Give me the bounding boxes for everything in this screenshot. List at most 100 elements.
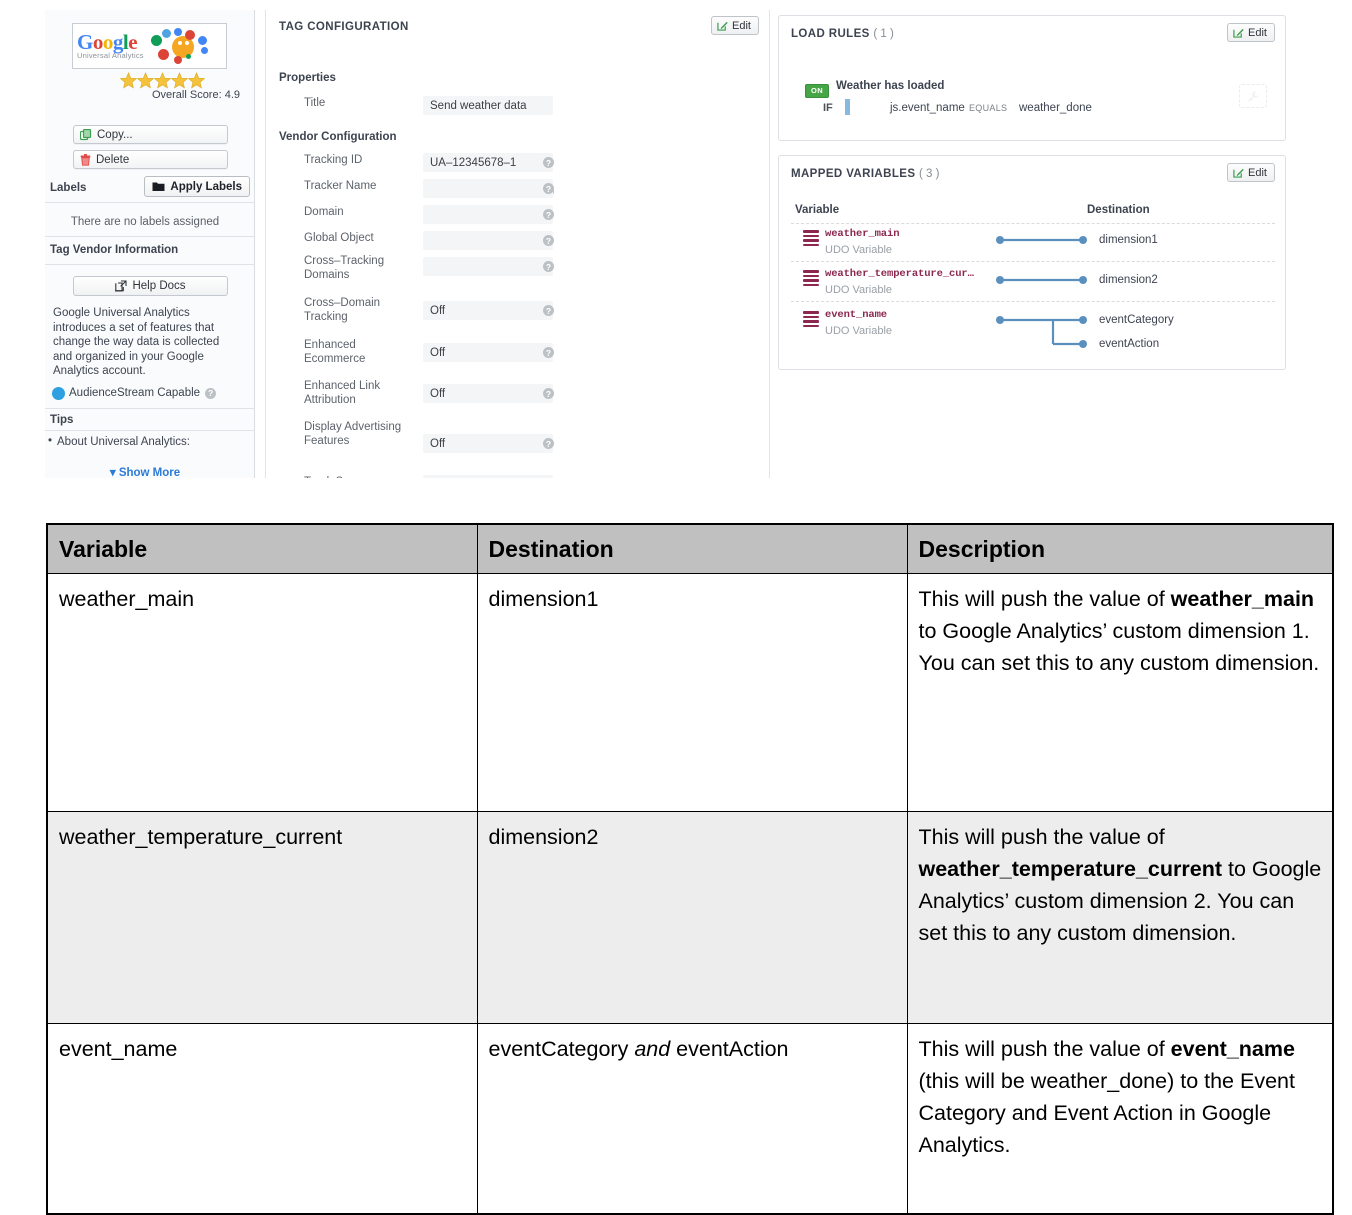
field-label: Display Advertising Features: [304, 420, 419, 448]
help-icon[interactable]: ?: [543, 261, 554, 272]
copy-button-label: Copy...: [97, 129, 133, 141]
field-label: Cross–Tracking Domains: [304, 254, 419, 282]
tag-configuration-edit-button[interactable]: Edit: [711, 16, 759, 35]
field-label: Global Object: [304, 231, 419, 245]
mapped-variables-count: ( 3 ): [919, 168, 939, 180]
tag-sidebar: Google Universal Analytics: [45, 10, 255, 478]
field-value[interactable]: [423, 205, 553, 224]
load-rule-value: weather_done: [1019, 102, 1092, 114]
divider: [791, 301, 1275, 302]
variable-list-icon: [803, 311, 819, 325]
desc-bold: weather_temperature_current: [919, 857, 1223, 881]
properties-heading: Properties: [279, 72, 336, 84]
destination-pre: dimension1: [489, 587, 599, 611]
help-icon[interactable]: ?: [543, 235, 554, 246]
folder-icon: [152, 181, 165, 192]
mapped-variable-destination: eventCategory: [1099, 314, 1174, 326]
destination-pre: eventCategory: [489, 1037, 635, 1061]
apply-labels-button[interactable]: Apply Labels: [144, 176, 250, 197]
mapped-variable-type: UDO Variable: [825, 244, 892, 256]
field-value[interactable]: Off: [423, 434, 553, 453]
help-icon[interactable]: ?: [543, 305, 554, 316]
tag-configuration-panel: TAG CONFIGURATION Edit Properties Title …: [265, 10, 770, 478]
mapped-variable-name: event_name: [825, 309, 887, 321]
show-more-label: Show More: [119, 467, 180, 478]
cell-variable: event_name: [47, 1024, 477, 1214]
tealium-tag-detail-screenshot: Google Universal Analytics: [45, 10, 1290, 478]
divider: [45, 236, 255, 237]
show-more-link[interactable]: ▾ Show More: [45, 465, 245, 478]
divider: [45, 264, 255, 265]
variable-list-icon: [803, 230, 819, 244]
help-icon[interactable]: ?: [543, 157, 554, 168]
load-rule-indicator-bar: [845, 99, 850, 115]
help-icon[interactable]: ?: [543, 209, 554, 220]
load-rule-status-badge[interactable]: ON: [805, 84, 829, 98]
help-icon[interactable]: ?: [543, 388, 554, 399]
field-value[interactable]: UA–12345678–1: [423, 153, 553, 172]
divider: [45, 408, 255, 409]
copy-icon: [80, 129, 92, 141]
help-icon[interactable]: ?: [205, 388, 216, 399]
destination-post: eventAction: [670, 1037, 788, 1061]
field-label: Enhanced Link Attribution: [304, 379, 419, 407]
load-rules-edit-button[interactable]: Edit: [1227, 23, 1275, 42]
edit-label: Edit: [1248, 167, 1267, 179]
table-header-row: Variable Destination Description: [47, 524, 1333, 574]
load-rule-name[interactable]: Weather has loaded: [836, 80, 944, 92]
field-value[interactable]: [423, 231, 553, 250]
delete-button-label: Delete: [96, 154, 129, 166]
desc-part2: (this will be weather_done) to the Event…: [919, 1069, 1295, 1157]
field-value[interactable]: [423, 179, 553, 198]
table-header-description: Description: [907, 524, 1333, 574]
delete-button[interactable]: Delete: [73, 150, 228, 169]
edit-label: Edit: [1248, 27, 1267, 39]
table-row: event_name eventCategory and eventAction…: [47, 1024, 1333, 1214]
mapped-variable-destination: eventAction: [1099, 338, 1159, 350]
apply-labels-label: Apply Labels: [170, 181, 242, 193]
field-value[interactable]: Off: [423, 301, 553, 320]
desc-bold: event_name: [1171, 1037, 1295, 1061]
field-label: Tracking ID: [304, 153, 419, 167]
field-label: Title: [304, 96, 419, 110]
field-value[interactable]: Off: [423, 384, 553, 403]
desc-part1: This will push the value of: [919, 1037, 1171, 1061]
divider: [791, 223, 1275, 224]
desc-bold: weather_main: [1171, 587, 1314, 611]
load-rule-attribute: js.event_name: [890, 102, 965, 114]
mapped-variable-type: UDO Variable: [825, 284, 892, 296]
help-icon[interactable]: ?: [543, 183, 554, 194]
desc-part2: to Google Analytics’ custom dimension 1.…: [919, 619, 1320, 675]
help-docs-button[interactable]: Help Docs: [73, 276, 228, 296]
field-label: Enhanced Ecommerce: [304, 338, 419, 366]
vendor-configuration-heading: Vendor Configuration: [279, 131, 397, 143]
load-rule-if-label: IF: [823, 102, 833, 114]
load-rules-count: ( 1 ): [873, 28, 893, 40]
field-value[interactable]: [423, 475, 553, 478]
mapped-variables-edit-button[interactable]: Edit: [1227, 163, 1275, 182]
help-icon[interactable]: ?: [543, 347, 554, 358]
field-value[interactable]: Send weather data: [423, 96, 553, 115]
copy-button[interactable]: Copy...: [73, 125, 228, 144]
field-label: Domain: [304, 205, 419, 219]
desc-part1: This will push the value of: [919, 825, 1165, 849]
mapped-variable-name: weather_temperature_cur…: [825, 268, 974, 280]
google-wordmark: Google: [77, 32, 144, 53]
cell-destination: dimension2: [477, 812, 907, 1024]
mapped-variables-title-text: MAPPED VARIABLES: [791, 168, 915, 180]
mapped-variables-col-variable: Variable: [795, 204, 839, 216]
logo-subtitle: Universal Analytics: [77, 51, 144, 60]
cell-description: This will push the value of event_name (…: [907, 1024, 1333, 1214]
audiencestream-capable-row: AudienceStream Capable ?: [53, 387, 216, 399]
edit-pencil-icon: [717, 20, 728, 31]
mapped-variable-destination: dimension1: [1099, 234, 1158, 246]
help-icon[interactable]: ?: [543, 438, 554, 449]
wrench-glyph-icon: [1247, 90, 1260, 103]
cell-destination: eventCategory and eventAction: [477, 1024, 907, 1214]
divider: [45, 202, 255, 203]
field-value[interactable]: [423, 257, 553, 276]
mapped-variables-title: MAPPED VARIABLES ( 3 ): [791, 168, 939, 180]
field-value[interactable]: Off: [423, 343, 553, 362]
wrench-icon[interactable]: [1239, 84, 1267, 108]
vendor-description: Google Universal Analytics introduces a …: [53, 306, 238, 379]
